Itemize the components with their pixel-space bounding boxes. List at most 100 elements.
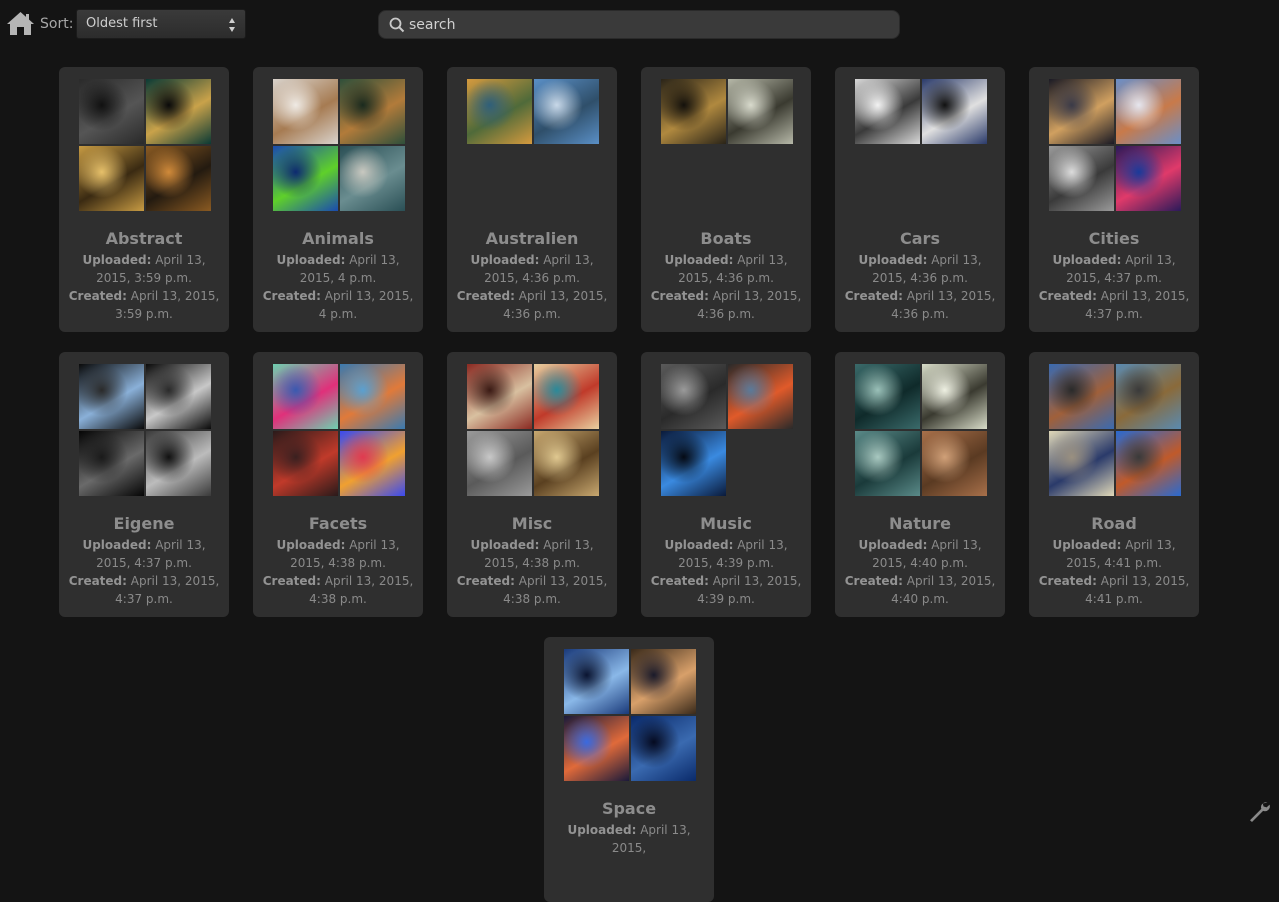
sort-select-value: Oldest first: [86, 16, 158, 31]
meta-label: Uploaded:: [276, 538, 346, 552]
album-thumbnail: [146, 364, 211, 429]
meta-value: April 13, 2015, 4:37 p.m.: [115, 574, 220, 606]
album-thumbnail: [79, 431, 144, 496]
album-thumbnails: [79, 79, 211, 211]
meta-label: Created:: [68, 289, 127, 303]
album-thumbnail: [661, 431, 726, 496]
album-thumbnail: [1049, 364, 1114, 429]
album-card[interactable]: Animals Uploaded: April 13, 2015, 4 p.m. C…: [253, 67, 423, 332]
album-thumbnails: [467, 364, 599, 496]
album-meta: Uploaded: April 13, 2015, 4:40 p.m. Creat…: [843, 536, 997, 608]
search-box: [378, 10, 900, 39]
top-toolbar: Sort: Oldest first: [0, 0, 1279, 48]
meta-value: April 13, 2015, 4:38 p.m.: [503, 574, 608, 606]
album-thumbnail: [340, 146, 405, 211]
album-meta: Uploaded: April 13, 2015, 4:36 p.m. Creat…: [843, 251, 997, 323]
album-thumbnail: [79, 79, 144, 144]
album-title: Road: [1091, 514, 1137, 533]
album-thumbnail: [146, 431, 211, 496]
home-icon[interactable]: [6, 10, 35, 36]
album-card[interactable]: Boats Uploaded: April 13, 2015, 4:36 p.m.…: [641, 67, 811, 332]
meta-value: April 13, 2015, 4 p.m.: [318, 289, 414, 321]
album-thumbnails: [79, 364, 211, 496]
album-card[interactable]: Road Uploaded: April 13, 2015, 4:41 p.m. C…: [1029, 352, 1199, 617]
meta-label: Created:: [1038, 574, 1097, 588]
album-title: Eigene: [113, 514, 175, 533]
wrench-icon[interactable]: [1247, 799, 1271, 823]
album-title: Cars: [900, 229, 940, 248]
meta-label: Created:: [1038, 289, 1097, 303]
album-thumbnails: [273, 364, 405, 496]
album-thumbnail: [1049, 79, 1114, 144]
album-thumbnail: [467, 431, 532, 496]
meta-value: April 13, 2015, 4:41 p.m.: [1085, 574, 1190, 606]
album-meta: Uploaded: April 13, 2015,: [552, 821, 706, 857]
album-card[interactable]: Abstract Uploaded: April 13, 2015, 3:59 p…: [59, 67, 229, 332]
album-thumbnail: [631, 716, 696, 781]
album-meta: Uploaded: April 13, 2015, 3:59 p.m. Creat…: [67, 251, 221, 323]
album-card[interactable]: Australien Uploaded: April 13, 2015, 4:36…: [447, 67, 617, 332]
meta-value: April 13, 2015, 4:39 p.m.: [697, 574, 802, 606]
meta-label: Uploaded:: [858, 538, 928, 552]
meta-label: Uploaded:: [664, 538, 734, 552]
album-thumbnail: [146, 79, 211, 144]
album-card[interactable]: Space Uploaded: April 13, 2015,: [544, 637, 714, 902]
chevron-updown-icon: [229, 18, 235, 32]
album-meta: Uploaded: April 13, 2015, 4 p.m. Created:…: [261, 251, 415, 323]
album-thumbnails: [855, 364, 987, 496]
album-card[interactable]: Facets Uploaded: April 13, 2015, 4:38 p.m…: [253, 352, 423, 617]
search-icon: [389, 17, 405, 33]
album-thumbnail: [273, 364, 338, 429]
meta-label: Created:: [262, 289, 321, 303]
meta-value: April 13, 2015, 4:40 p.m.: [891, 574, 996, 606]
album-thumbnail: [273, 431, 338, 496]
meta-label: Uploaded:: [470, 538, 540, 552]
album-thumbnail: [922, 364, 987, 429]
album-thumbnail: [1049, 146, 1114, 211]
meta-value: April 13, 2015, 4:36 p.m.: [503, 289, 608, 321]
album-meta: Uploaded: April 13, 2015, 4:37 p.m. Creat…: [1037, 251, 1191, 323]
album-card[interactable]: Cities Uploaded: April 13, 2015, 4:37 p.m…: [1029, 67, 1199, 332]
meta-label: Uploaded:: [1052, 253, 1122, 267]
album-card[interactable]: Music Uploaded: April 13, 2015, 4:39 p.m.…: [641, 352, 811, 617]
album-meta: Uploaded: April 13, 2015, 4:36 p.m. Creat…: [649, 251, 803, 323]
album-thumbnail: [273, 146, 338, 211]
meta-label: Uploaded:: [567, 823, 637, 837]
album-card[interactable]: Misc Uploaded: April 13, 2015, 4:38 p.m. C…: [447, 352, 617, 617]
meta-value: April 13, 2015, 4:36 p.m.: [697, 289, 802, 321]
meta-label: Uploaded:: [82, 538, 152, 552]
album-card[interactable]: Cars Uploaded: April 13, 2015, 4:36 p.m. C…: [835, 67, 1005, 332]
album-meta: Uploaded: April 13, 2015, 4:39 p.m. Creat…: [649, 536, 803, 608]
album-thumbnail: [534, 431, 599, 496]
sort-select[interactable]: Oldest first: [76, 9, 246, 39]
album-thumbnail: [728, 364, 793, 429]
album-thumbnail: [564, 649, 629, 714]
album-meta: Uploaded: April 13, 2015, 4:41 p.m. Creat…: [1037, 536, 1191, 608]
album-thumbnail: [146, 146, 211, 211]
meta-value: April 13, 2015, 3:59 p.m.: [115, 289, 220, 321]
album-meta: Uploaded: April 13, 2015, 4:38 p.m. Creat…: [261, 536, 415, 608]
album-thumbnail: [79, 364, 144, 429]
album-card[interactable]: Eigene Uploaded: April 13, 2015, 4:37 p.m…: [59, 352, 229, 617]
album-thumbnails: [661, 79, 793, 211]
album-thumbnail: [728, 79, 793, 144]
meta-label: Created:: [456, 574, 515, 588]
album-card[interactable]: Nature Uploaded: April 13, 2015, 4:40 p.m…: [835, 352, 1005, 617]
album-thumbnails: [1049, 364, 1181, 496]
album-title: Abstract: [105, 229, 183, 248]
album-thumbnail: [467, 364, 532, 429]
album-title: Boats: [700, 229, 752, 248]
album-thumbnail: [1116, 79, 1181, 144]
album-thumbnail: [631, 649, 696, 714]
album-thumbnail: [273, 79, 338, 144]
album-thumbnails: [661, 364, 793, 496]
album-title: Misc: [511, 514, 553, 533]
album-thumbnail: [534, 364, 599, 429]
meta-label: Created:: [68, 574, 127, 588]
meta-label: Created:: [844, 289, 903, 303]
album-title: Australien: [485, 229, 579, 248]
meta-label: Uploaded:: [276, 253, 346, 267]
album-thumbnail: [1049, 431, 1114, 496]
search-input[interactable]: [409, 13, 889, 36]
album-thumbnail: [1116, 146, 1181, 211]
